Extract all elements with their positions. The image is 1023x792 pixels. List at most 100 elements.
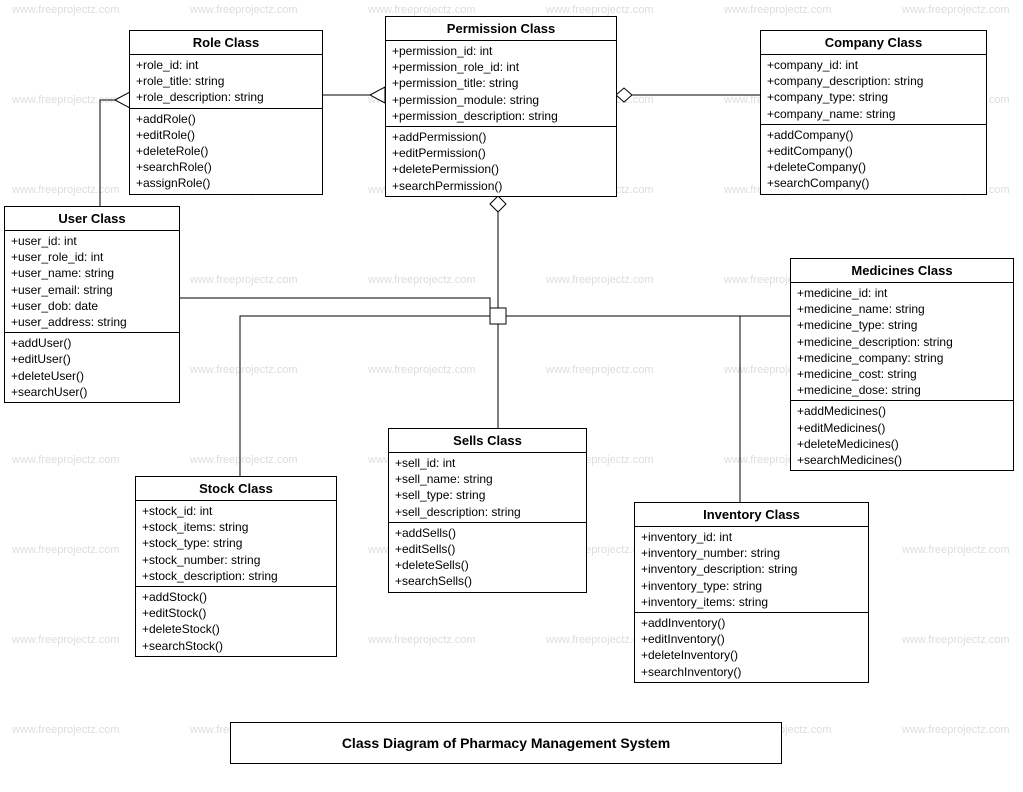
class-line: +sell_id: int: [395, 455, 580, 471]
diagram-title: Class Diagram of Pharmacy Management Sys…: [230, 722, 782, 764]
class-line: +stock_type: string: [142, 535, 330, 551]
watermark-text: www.freeprojectz.com: [12, 94, 120, 106]
class-line: +searchInventory(): [641, 664, 862, 680]
class-line: +addRole(): [136, 111, 316, 127]
class-permission-title: Permission Class: [386, 17, 616, 41]
class-line: +inventory_id: int: [641, 529, 862, 545]
class-line: +inventory_items: string: [641, 594, 862, 610]
class-medicines: Medicines Class +medicine_id: int+medici…: [790, 258, 1014, 471]
class-line: +inventory_number: string: [641, 545, 862, 561]
class-line: +addStock(): [142, 589, 330, 605]
class-line: +deleteUser(): [11, 368, 173, 384]
class-line: +role_description: string: [136, 89, 316, 105]
class-line: +searchUser(): [11, 384, 173, 400]
class-line: +permission_role_id: int: [392, 59, 610, 75]
class-line: +user_address: string: [11, 314, 173, 330]
class-line: +editMedicines(): [797, 420, 1007, 436]
watermark-text: www.freeprojectz.com: [12, 454, 120, 466]
watermark-text: www.freeprojectz.com: [12, 724, 120, 736]
class-line: +sell_description: string: [395, 504, 580, 520]
class-line: +addMedicines(): [797, 403, 1007, 419]
class-line: +editPermission(): [392, 145, 610, 161]
class-line: +role_id: int: [136, 57, 316, 73]
class-company-title: Company Class: [761, 31, 986, 55]
class-medicines-title: Medicines Class: [791, 259, 1013, 283]
watermark-text: www.freeprojectz.com: [902, 634, 1010, 646]
class-line: +inventory_type: string: [641, 578, 862, 594]
class-line: +medicine_company: string: [797, 350, 1007, 366]
class-medicines-attrs: +medicine_id: int+medicine_name: string+…: [791, 283, 1013, 401]
class-role-title: Role Class: [130, 31, 322, 55]
class-sells: Sells Class +sell_id: int+sell_name: str…: [388, 428, 587, 593]
watermark-text: www.freeprojectz.com: [368, 364, 476, 376]
watermark-text: www.freeprojectz.com: [190, 274, 298, 286]
class-permission-attrs: +permission_id: int+permission_role_id: …: [386, 41, 616, 127]
class-inventory: Inventory Class +inventory_id: int+inven…: [634, 502, 869, 683]
class-line: +addUser(): [11, 335, 173, 351]
class-line: +editSells(): [395, 541, 580, 557]
watermark-text: www.freeprojectz.com: [546, 364, 654, 376]
class-line: +medicine_name: string: [797, 301, 1007, 317]
class-line: +medicine_id: int: [797, 285, 1007, 301]
class-stock-attrs: +stock_id: int+stock_items: string+stock…: [136, 501, 336, 587]
class-permission-ops: +addPermission()+editPermission()+delete…: [386, 127, 616, 196]
watermark-text: www.freeprojectz.com: [12, 634, 120, 646]
class-line: +permission_module: string: [392, 92, 610, 108]
class-line: +permission_title: string: [392, 75, 610, 91]
class-line: +deleteCompany(): [767, 159, 980, 175]
class-company-attrs: +company_id: int+company_description: st…: [761, 55, 986, 125]
class-line: +deleteMedicines(): [797, 436, 1007, 452]
class-line: +editStock(): [142, 605, 330, 621]
class-line: +user_role_id: int: [11, 249, 173, 265]
class-line: +searchRole(): [136, 159, 316, 175]
class-medicines-ops: +addMedicines()+editMedicines()+deleteMe…: [791, 401, 1013, 470]
class-line: +editCompany(): [767, 143, 980, 159]
class-line: +stock_items: string: [142, 519, 330, 535]
class-line: +searchMedicines(): [797, 452, 1007, 468]
class-line: +medicine_type: string: [797, 317, 1007, 333]
class-line: +user_name: string: [11, 265, 173, 281]
class-stock: Stock Class +stock_id: int+stock_items: …: [135, 476, 337, 657]
watermark-text: www.freeprojectz.com: [12, 184, 120, 196]
class-role: Role Class +role_id: int+role_title: str…: [129, 30, 323, 195]
class-inventory-ops: +addInventory()+editInventory()+deleteIn…: [635, 613, 868, 682]
class-line: +deletePermission(): [392, 161, 610, 177]
class-line: +deleteInventory(): [641, 647, 862, 663]
class-line: +company_id: int: [767, 57, 980, 73]
class-line: +stock_description: string: [142, 568, 330, 584]
class-line: +stock_number: string: [142, 552, 330, 568]
class-line: +medicine_dose: string: [797, 382, 1007, 398]
class-line: +assignRole(): [136, 175, 316, 191]
class-sells-attrs: +sell_id: int+sell_name: string+sell_typ…: [389, 453, 586, 523]
class-line: +user_email: string: [11, 282, 173, 298]
watermark-text: www.freeprojectz.com: [902, 4, 1010, 16]
class-permission: Permission Class +permission_id: int+per…: [385, 16, 617, 197]
class-line: +searchSells(): [395, 573, 580, 589]
class-line: +addSells(): [395, 525, 580, 541]
class-company: Company Class +company_id: int+company_d…: [760, 30, 987, 195]
class-line: +editUser(): [11, 351, 173, 367]
class-line: +sell_type: string: [395, 487, 580, 503]
watermark-text: www.freeprojectz.com: [546, 274, 654, 286]
class-line: +addInventory(): [641, 615, 862, 631]
class-line: +company_type: string: [767, 89, 980, 105]
watermark-text: www.freeprojectz.com: [368, 634, 476, 646]
class-line: +permission_description: string: [392, 108, 610, 124]
class-stock-title: Stock Class: [136, 477, 336, 501]
class-line: +deleteRole(): [136, 143, 316, 159]
watermark-text: www.freeprojectz.com: [12, 4, 120, 16]
watermark-text: www.freeprojectz.com: [190, 364, 298, 376]
class-line: +permission_id: int: [392, 43, 610, 59]
class-user-title: User Class: [5, 207, 179, 231]
watermark-text: www.freeprojectz.com: [368, 4, 476, 16]
class-user-attrs: +user_id: int+user_role_id: int+user_nam…: [5, 231, 179, 333]
class-sells-title: Sells Class: [389, 429, 586, 453]
watermark-text: www.freeprojectz.com: [12, 544, 120, 556]
class-line: +editInventory(): [641, 631, 862, 647]
class-line: +stock_id: int: [142, 503, 330, 519]
class-line: +company_name: string: [767, 106, 980, 122]
class-line: +searchCompany(): [767, 175, 980, 191]
watermark-text: www.freeprojectz.com: [190, 454, 298, 466]
class-role-ops: +addRole()+editRole()+deleteRole()+searc…: [130, 109, 322, 194]
watermark-text: www.freeprojectz.com: [546, 4, 654, 16]
